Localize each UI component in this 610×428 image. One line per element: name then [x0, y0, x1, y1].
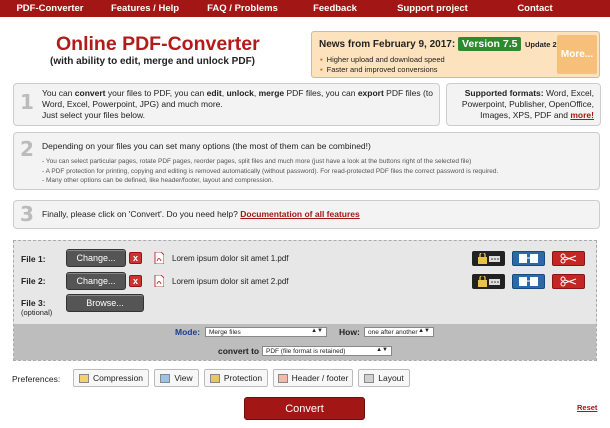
nav-features-help[interactable]: Features / Help [100, 0, 190, 17]
how-label: How: [339, 327, 360, 337]
news-more-button[interactable]: More... [557, 35, 597, 74]
step-3-number: 3 [20, 202, 34, 226]
step-3-text: Finally, please click on 'Convert'. Do y… [42, 209, 360, 219]
convert-button[interactable]: Convert [244, 397, 365, 420]
news-list: Higher upload and download speed Faster … [320, 55, 445, 75]
nav-feedback[interactable]: Feedback [295, 0, 375, 17]
mode-label: Mode: [175, 327, 201, 337]
pages-icon [518, 254, 538, 263]
step-1-text: You can convert your files to PDF, you c… [42, 88, 433, 120]
step-2-box: 2 Depending on your files you can set ma… [13, 132, 600, 190]
step-3-box: 3 Finally, please click on 'Convert'. Do… [13, 200, 600, 229]
view-button[interactable]: View [154, 369, 199, 387]
page-subtitle: (with ability to edit, merge and unlock … [50, 56, 256, 67]
browse-file-3-button[interactable]: Browse... [66, 294, 144, 312]
pdf-file-icon [154, 252, 164, 264]
header-footer-button[interactable]: Header / footer [273, 369, 353, 387]
news-item: Faster and improved conversions [320, 65, 445, 75]
convert-to-select[interactable]: PDF (file format is retained) ▲▼ [262, 346, 392, 356]
documentation-link[interactable]: Documentation of all features [240, 209, 360, 219]
edit-pages-file-2[interactable] [512, 274, 545, 289]
news-title: News from February 9, 2017: [319, 39, 456, 50]
step-2-number: 2 [20, 137, 34, 161]
layout-icon [364, 373, 375, 383]
unlock-options-file-1[interactable] [472, 251, 505, 266]
compression-button[interactable]: Compression [73, 369, 149, 387]
header-footer-icon [277, 373, 288, 383]
step-2-text: Depending on your files you can set many… [42, 141, 371, 151]
detail-item: - A PDF protection for printing, copying… [42, 167, 499, 175]
lock-icon [477, 276, 500, 287]
nav-faq-problems[interactable]: FAQ / Problems [190, 0, 295, 17]
files-panel: File 1: Change... x Lorem ipsum dolor si… [13, 240, 597, 361]
mode-options-row: Mode: Merge files ▲▼ How: one after anoth… [14, 324, 596, 360]
reset-link[interactable]: Reset [577, 403, 597, 412]
how-select[interactable]: one after another ▲▼ [364, 327, 434, 337]
lock-icon [477, 253, 500, 264]
split-options-file-1[interactable] [552, 251, 585, 266]
page-title: Online PDF-Converter [56, 33, 260, 55]
preferences-label: Preferences: [12, 374, 61, 384]
step-1-box: 1 You can convert your files to PDF, you… [13, 83, 440, 126]
mode-select[interactable]: Merge files ▲▼ [205, 327, 327, 337]
remove-file-2-button[interactable]: x [129, 275, 142, 287]
file-3-optional: (optional) [21, 308, 53, 317]
file-3-label: File 3: [21, 298, 46, 308]
nav-contact[interactable]: Contact [490, 0, 580, 17]
pages-icon [518, 277, 538, 286]
chevron-down-icon: ▲▼ [311, 328, 323, 334]
view-icon [160, 373, 171, 383]
protection-button[interactable]: Protection [204, 369, 268, 387]
scissors-icon [560, 253, 576, 264]
file-1-name: Lorem ipsum dolor sit amet 1.pdf [172, 254, 289, 263]
formats-label: Supported formats: [464, 88, 544, 98]
chevron-down-icon: ▲▼ [376, 347, 388, 353]
convert-to-label: convert to [218, 346, 260, 356]
compression-icon [78, 373, 89, 383]
split-options-file-2[interactable] [552, 274, 585, 289]
file-2-label: File 2: [21, 276, 46, 286]
detail-item: - You can select particular pages, rotat… [42, 158, 472, 165]
step-2-details: - You can select particular pages, rotat… [42, 157, 597, 186]
news-box: News from February 9, 2017: Version 7.5 … [311, 31, 600, 78]
nav-support-project[interactable]: Support project [375, 0, 490, 17]
pdf-file-icon [154, 275, 164, 287]
nav-pdf-converter[interactable]: PDF-Converter [0, 0, 100, 17]
news-item: Higher upload and download speed [320, 55, 445, 65]
layout-button[interactable]: Layout [358, 369, 410, 387]
file-2-name: Lorem ipsum dolor sit amet 2.pdf [172, 277, 289, 286]
supported-formats-box: Supported formats: Word, Excel, Powerpoi… [446, 83, 601, 126]
step-1-number: 1 [20, 90, 34, 114]
unlock-options-file-2[interactable] [472, 274, 505, 289]
detail-item: - Many other options can be defined, lik… [42, 177, 274, 184]
formats-more-link[interactable]: more! [570, 110, 594, 120]
scissors-icon [560, 276, 576, 287]
top-nav: PDF-Converter Features / Help FAQ / Prob… [0, 0, 610, 17]
change-file-2-button[interactable]: Change... [66, 272, 126, 290]
change-file-1-button[interactable]: Change... [66, 249, 126, 267]
update-label: Update 2 [525, 40, 557, 49]
protection-icon [209, 373, 220, 383]
version-badge: Version 7.5 [458, 37, 522, 51]
chevron-down-icon: ▲▼ [418, 328, 430, 334]
remove-file-1-button[interactable]: x [129, 252, 142, 264]
edit-pages-file-1[interactable] [512, 251, 545, 266]
file-1-label: File 1: [21, 254, 46, 264]
